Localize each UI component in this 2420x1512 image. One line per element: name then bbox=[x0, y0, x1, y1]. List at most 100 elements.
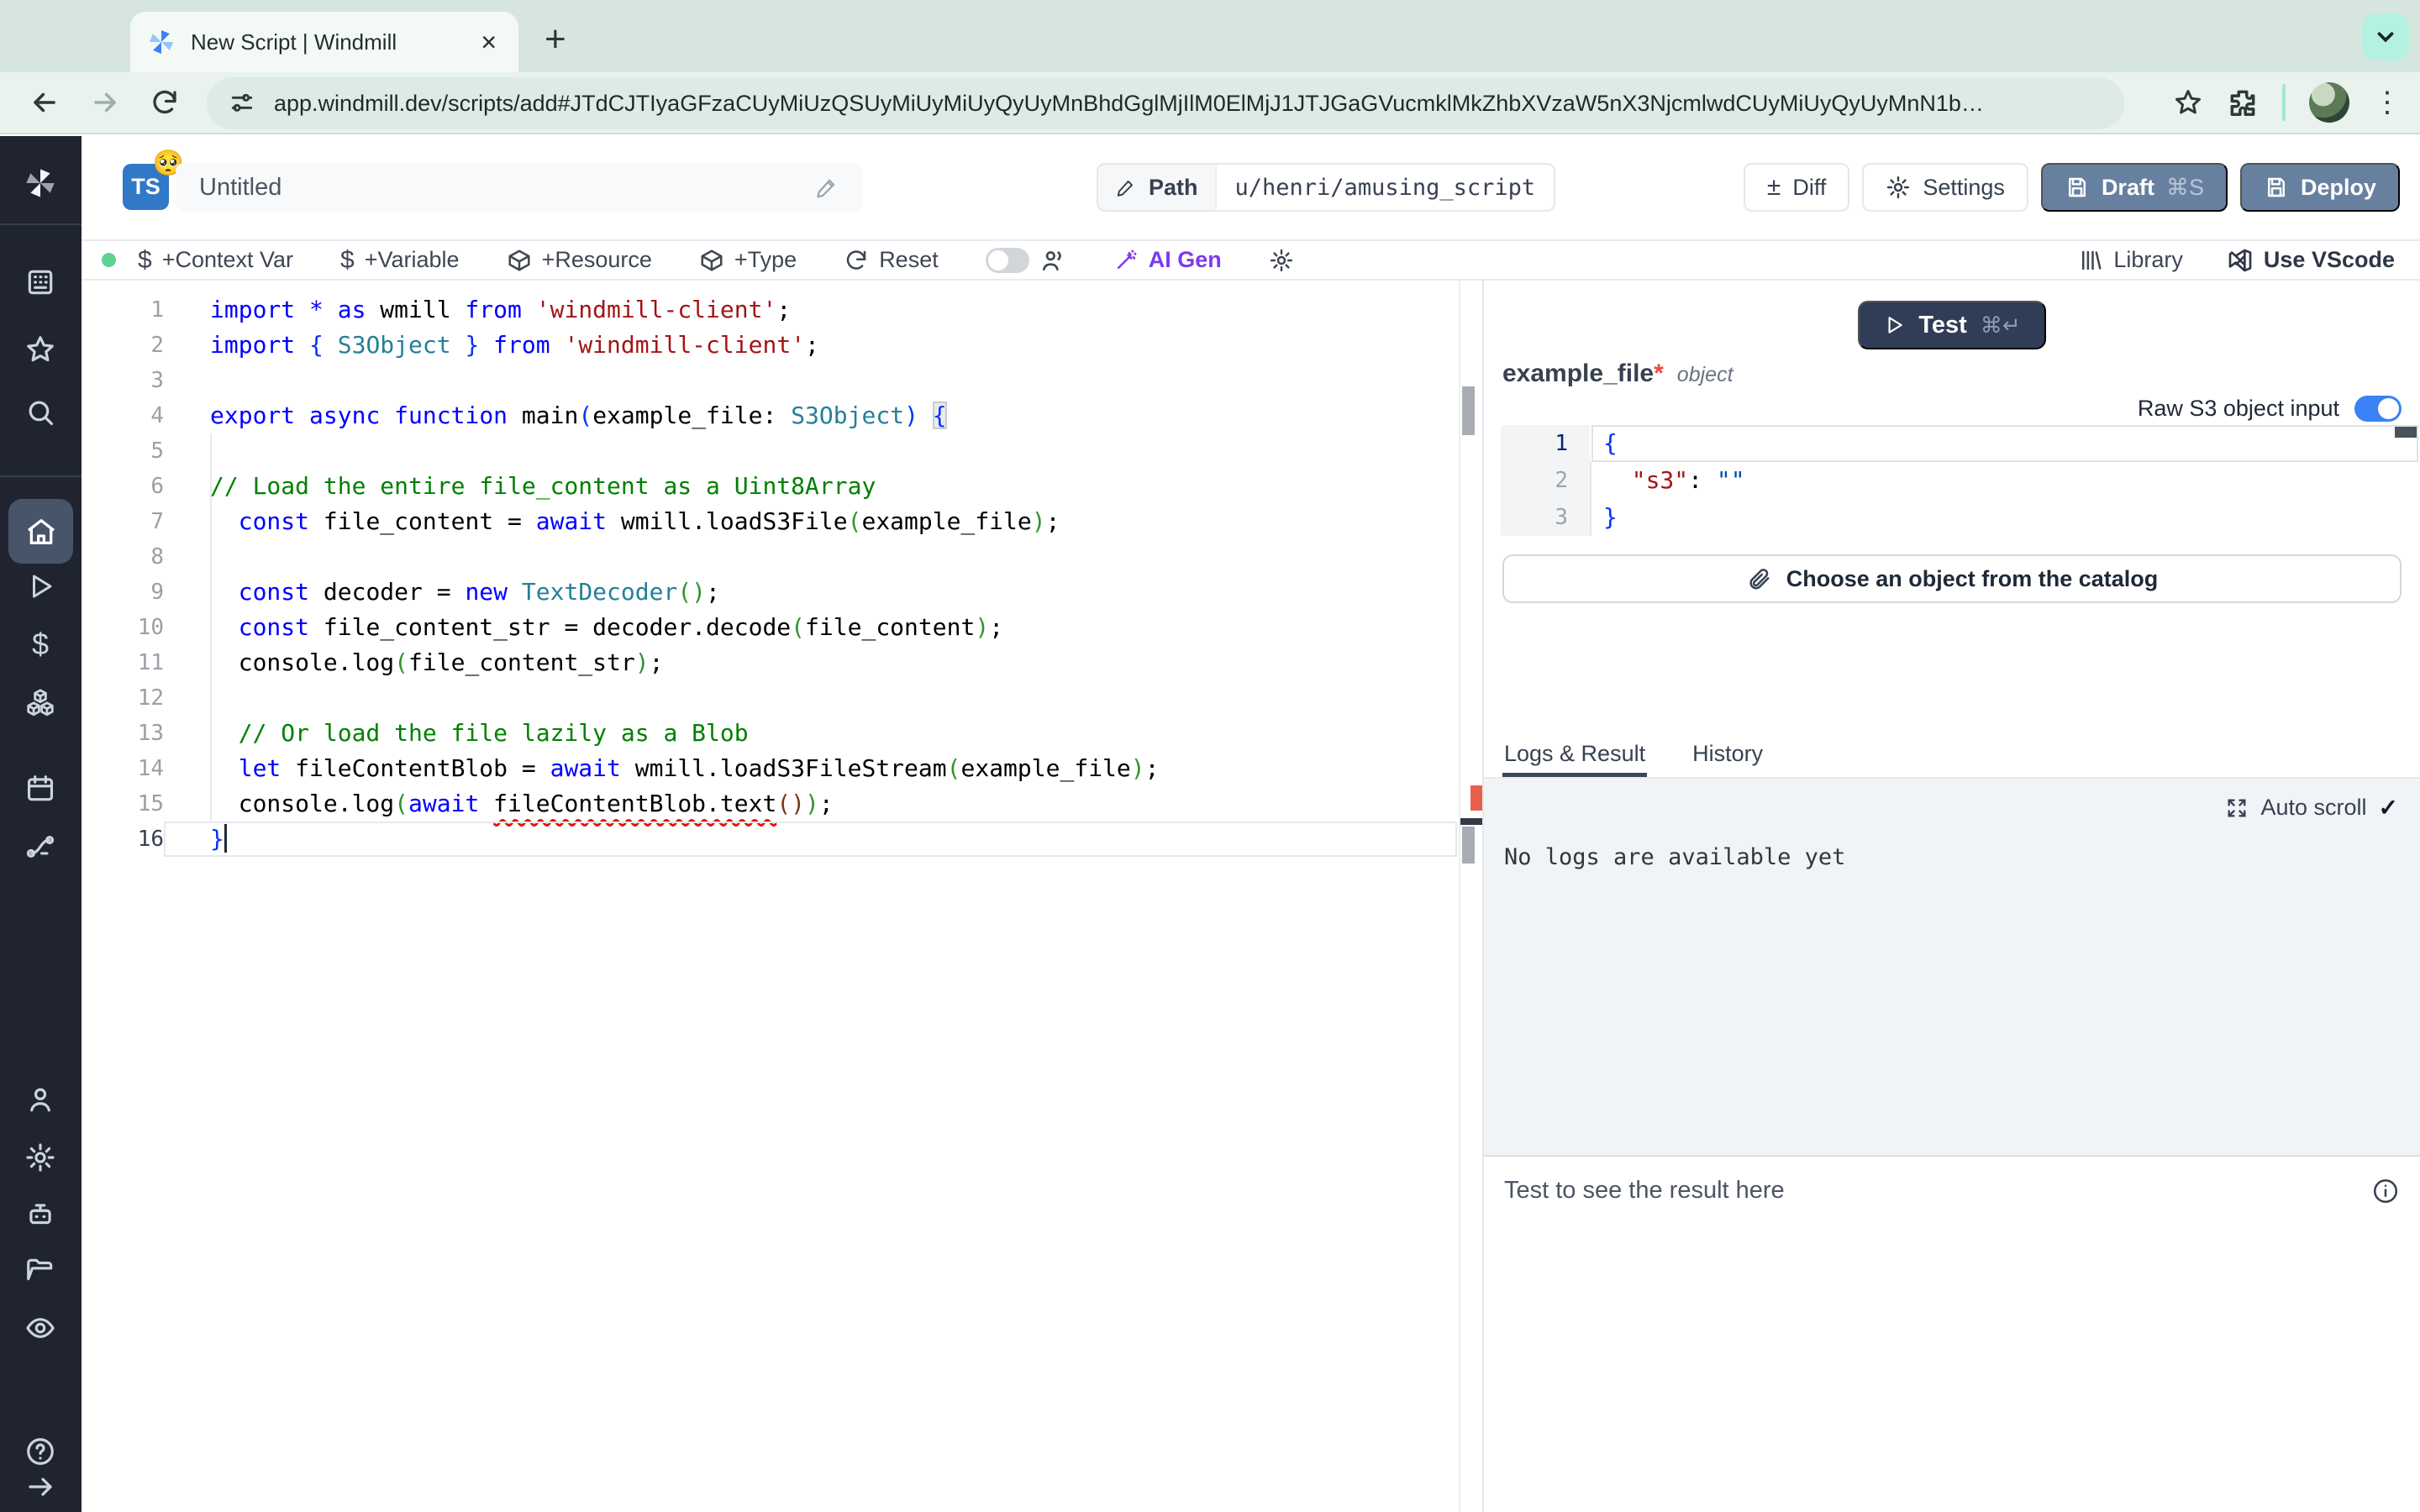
code-line[interactable]: 3 bbox=[82, 363, 1457, 398]
test-shortcut: ⌘↵ bbox=[1981, 312, 2021, 339]
extensions-puzzle-icon[interactable] bbox=[2227, 87, 2259, 118]
code-line[interactable]: 1{ bbox=[1501, 425, 2418, 462]
tab-close-icon[interactable]: × bbox=[476, 27, 502, 58]
diff-button[interactable]: ± Diff bbox=[1744, 163, 1849, 212]
sidebar-item-home[interactable] bbox=[8, 499, 73, 564]
code-line[interactable]: 9 const decoder = new TextDecoder(); bbox=[82, 575, 1457, 610]
scrollbar-thumb[interactable] bbox=[1462, 827, 1475, 864]
browser-tab[interactable]: New Script | Windmill × bbox=[130, 12, 518, 72]
script-title[interactable]: Untitled bbox=[199, 174, 814, 202]
tab-logs-result[interactable]: Logs & Result bbox=[1502, 738, 1647, 777]
sidebar-item-favorites[interactable] bbox=[24, 333, 57, 366]
sidebar-item-folders[interactable] bbox=[24, 1254, 57, 1288]
forward-icon[interactable] bbox=[89, 87, 121, 118]
argument-type: object bbox=[1677, 363, 1733, 387]
json-arg-editor[interactable]: 1{2 "s3": ""3} bbox=[1501, 425, 2418, 543]
code-line[interactable]: 14 let fileContentBlob = await wmill.loa… bbox=[82, 751, 1457, 786]
code-line[interactable]: 4export async function main(example_file… bbox=[82, 398, 1457, 433]
auto-scroll-control[interactable]: Auto scroll ✓ bbox=[2225, 794, 2398, 822]
draft-button[interactable]: Draft ⌘S bbox=[2041, 163, 2228, 212]
sidebar-item-runs[interactable] bbox=[24, 570, 57, 603]
browser-navbar: app.windmill.dev/scripts/add#JTdCJTIyaGF… bbox=[0, 72, 2420, 134]
code-line[interactable]: 11 console.log(file_content_str); bbox=[82, 645, 1457, 680]
line-number: 13 bbox=[82, 716, 164, 751]
sidebar-item-help[interactable] bbox=[24, 1435, 57, 1468]
add-context-var-button[interactable]: $+Context Var bbox=[138, 246, 293, 275]
code-line[interactable]: 7 const file_content = await wmill.loadS… bbox=[82, 504, 1457, 539]
pencil-icon bbox=[1115, 176, 1137, 198]
vscode-icon bbox=[2227, 247, 2254, 274]
path-field[interactable]: Path u/henri/amusing_script bbox=[1097, 163, 1555, 212]
reload-icon[interactable] bbox=[150, 87, 180, 118]
sidebar-collapse-arrow[interactable] bbox=[24, 1470, 57, 1504]
line-number: 3 bbox=[1501, 499, 1590, 536]
code-line[interactable]: 3} bbox=[1501, 499, 2418, 536]
code-line[interactable]: 15 console.log(await fileContentBlob.tex… bbox=[82, 786, 1457, 822]
arrow-right-icon bbox=[25, 1472, 55, 1502]
path-edit-button[interactable]: Path bbox=[1098, 165, 1217, 210]
add-variable-button[interactable]: $+Variable bbox=[340, 246, 460, 275]
sidebar-item-variables[interactable]: $ bbox=[24, 627, 57, 661]
paperclip-icon bbox=[1746, 566, 1771, 591]
json-lines[interactable]: 1{2 "s3": ""3} bbox=[1501, 425, 2418, 536]
code-line[interactable]: 2 "s3": "" bbox=[1501, 462, 2418, 499]
code-editor[interactable]: 1import * as wmill from 'windmill-client… bbox=[82, 281, 1484, 1512]
code-line[interactable]: 10 const file_content_str = decoder.deco… bbox=[82, 610, 1457, 645]
sidebar-item-schedules[interactable] bbox=[24, 772, 57, 806]
scrollbar-thumb[interactable] bbox=[1462, 386, 1475, 435]
editor-toolbar: $+Context Var $+Variable +Resource +Type… bbox=[82, 241, 2420, 281]
tune-icon[interactable] bbox=[229, 90, 255, 117]
gear-icon bbox=[1886, 175, 1911, 200]
sidebar-item-workspace[interactable] bbox=[24, 265, 57, 299]
tab-search-button[interactable] bbox=[2362, 13, 2409, 60]
add-resource-button[interactable]: +Resource bbox=[507, 247, 652, 273]
library-button[interactable]: Library bbox=[2078, 247, 2183, 273]
deploy-button[interactable]: Deploy bbox=[2240, 163, 2400, 212]
tab-history[interactable]: History bbox=[1691, 738, 1765, 777]
bookmark-star-icon[interactable] bbox=[2173, 87, 2203, 118]
script-title-field[interactable]: Untitled bbox=[176, 163, 863, 212]
info-icon[interactable] bbox=[2371, 1177, 2400, 1205]
code-lines[interactable]: 1import * as wmill from 'windmill-client… bbox=[82, 281, 1482, 857]
editor-settings-button[interactable] bbox=[1269, 248, 1294, 273]
toolbar-divider bbox=[2282, 84, 2286, 121]
code-line[interactable]: 8 bbox=[82, 539, 1457, 575]
code-line[interactable]: 12 bbox=[82, 680, 1457, 716]
choose-object-button[interactable]: Choose an object from the catalog bbox=[1502, 554, 2402, 603]
sidebar-item-flows[interactable] bbox=[24, 830, 57, 864]
raw-s3-toggle[interactable] bbox=[2354, 396, 2402, 422]
url-text[interactable]: app.windmill.dev/scripts/add#JTdCJTIyaGF… bbox=[274, 91, 1984, 117]
settings-button[interactable]: Settings bbox=[1862, 163, 2028, 212]
kebab-menu-icon[interactable]: ⋮ bbox=[2373, 86, 2402, 119]
sidebar-item-user[interactable] bbox=[24, 1083, 57, 1116]
add-type-button[interactable]: +Type bbox=[699, 247, 797, 273]
url-bar[interactable]: app.windmill.dev/scripts/add#JTdCJTIyaGF… bbox=[207, 77, 2124, 129]
sidebar-item-resources[interactable] bbox=[24, 685, 57, 719]
pencil-icon[interactable] bbox=[814, 175, 839, 200]
save-icon bbox=[2065, 175, 2090, 200]
code-line[interactable]: 6// Load the entire file_content as a Ui… bbox=[82, 469, 1457, 504]
ai-gen-button[interactable]: AI Gen bbox=[1113, 247, 1222, 273]
code-line[interactable]: 13 // Or load the file lazily as a Blob bbox=[82, 716, 1457, 751]
new-tab-button[interactable]: + bbox=[544, 18, 566, 60]
sidebar-item-audit[interactable] bbox=[24, 1311, 57, 1345]
reset-button[interactable]: Reset bbox=[844, 247, 939, 273]
toggle-off[interactable] bbox=[986, 248, 1029, 273]
code-line[interactable]: 16} bbox=[82, 822, 1457, 857]
code-line[interactable]: 5 bbox=[82, 433, 1457, 469]
profile-avatar[interactable] bbox=[2309, 82, 2349, 123]
json-scrollbar[interactable] bbox=[2395, 427, 2417, 438]
line-number: 1 bbox=[1501, 425, 1590, 462]
path-value[interactable]: u/henri/amusing_script bbox=[1217, 175, 1555, 201]
test-button[interactable]: Test ⌘↵ bbox=[1858, 301, 2045, 349]
multiplayer-toggle[interactable] bbox=[986, 247, 1066, 274]
use-vscode-button[interactable]: Use VScode bbox=[2227, 247, 2395, 274]
windmill-logo-icon[interactable] bbox=[24, 166, 57, 200]
code-line[interactable]: 2import { S3Object } from 'windmill-clie… bbox=[82, 328, 1457, 363]
sidebar-item-workers[interactable] bbox=[24, 1198, 57, 1231]
sidebar-item-search[interactable] bbox=[24, 396, 57, 429]
back-icon[interactable] bbox=[29, 87, 60, 118]
editor-scrollbar[interactable] bbox=[1459, 281, 1482, 1512]
code-line[interactable]: 1import * as wmill from 'windmill-client… bbox=[82, 292, 1457, 328]
sidebar-item-settings[interactable] bbox=[24, 1141, 57, 1174]
